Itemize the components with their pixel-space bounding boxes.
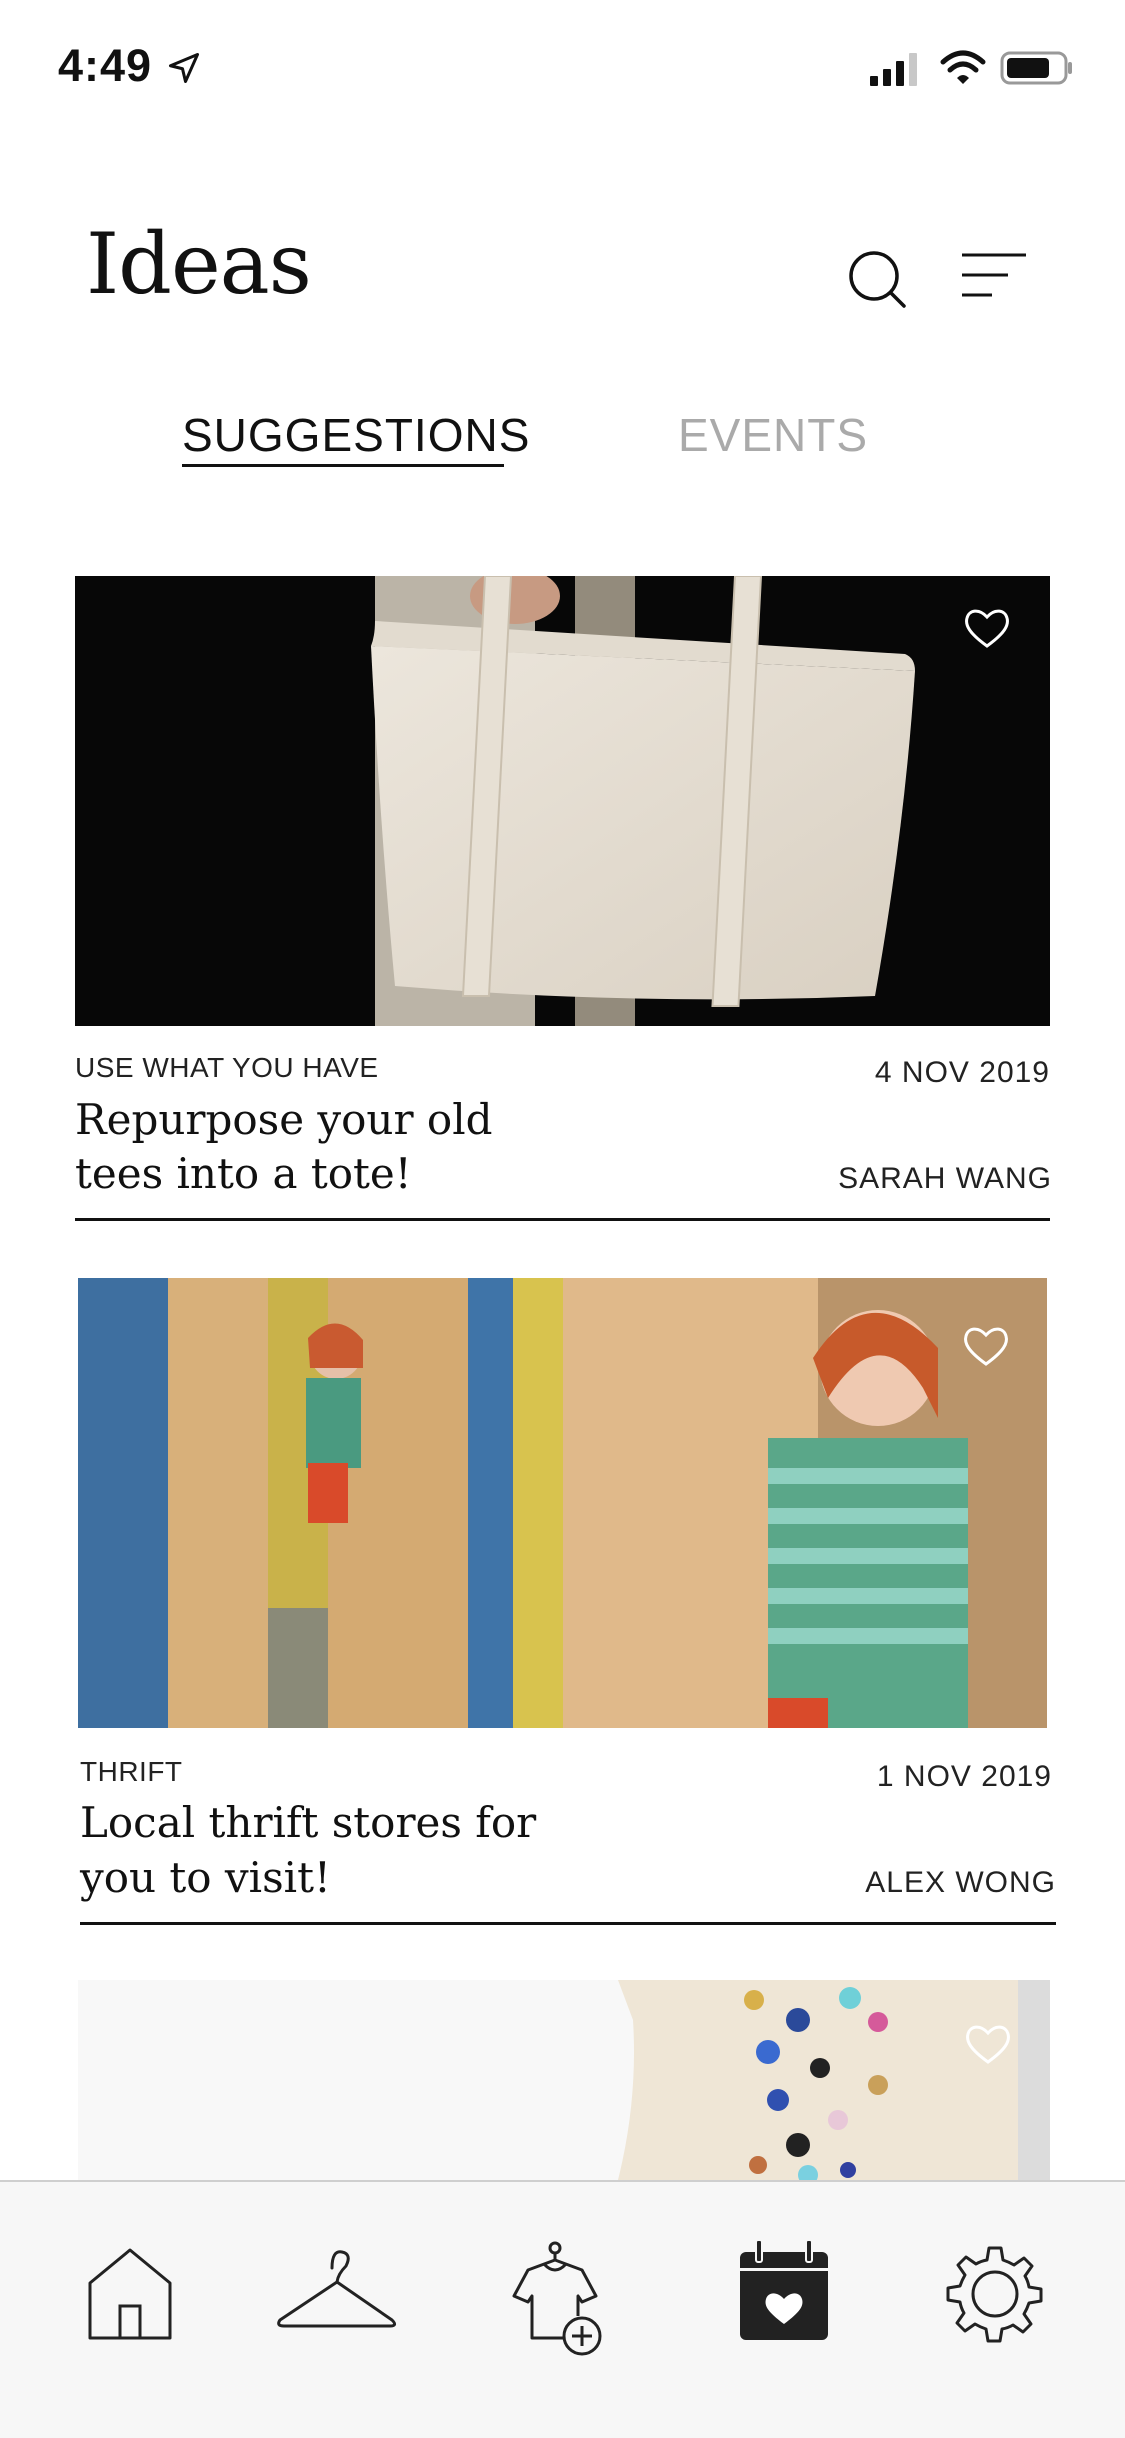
location-arrow-icon <box>169 53 199 83</box>
card-author: ALEX WONG <box>865 1866 1056 1899</box>
battery-icon <box>1000 51 1072 85</box>
card-title-line1[interactable]: Local thrift stores for <box>80 1796 560 1850</box>
card-date: 4 NOV 2019 <box>874 1056 1050 1089</box>
page-title: Ideas <box>86 215 312 313</box>
card-category: THRIFT <box>80 1756 183 1787</box>
tab-events[interactable]: EVENTS <box>678 408 868 462</box>
card-divider <box>75 1218 1050 1221</box>
card-title-line2[interactable]: you to visit! <box>80 1851 560 1905</box>
card-image-thrift[interactable] <box>78 1278 1047 1728</box>
hanger-icon[interactable] <box>272 2238 402 2348</box>
signal-icon <box>870 53 917 86</box>
favorite-heart-icon[interactable] <box>964 2022 1012 2066</box>
calendar-heart-icon[interactable] <box>738 2238 830 2342</box>
card-divider <box>80 1922 1056 1925</box>
card-date: 1 NOV 2019 <box>876 1760 1052 1793</box>
card-category: USE WHAT YOU HAVE <box>75 1052 379 1083</box>
card-title-line1[interactable]: Repurpose your old <box>75 1093 555 1147</box>
card-image-sweater[interactable] <box>78 1980 1050 2180</box>
favorite-heart-icon[interactable] <box>962 1324 1010 1368</box>
search-icon[interactable] <box>846 248 908 310</box>
home-icon[interactable] <box>80 2238 180 2348</box>
status-time: 4:49 <box>58 40 153 91</box>
wifi-icon <box>940 50 986 84</box>
menu-icon[interactable] <box>960 250 1028 300</box>
card-title-line2[interactable]: tees into a tote! <box>75 1147 555 1201</box>
card-author: SARAH WANG <box>838 1162 1052 1195</box>
card-image-tote[interactable] <box>75 576 1050 1026</box>
favorite-heart-icon[interactable] <box>963 606 1011 650</box>
add-clothing-icon[interactable] <box>510 2238 614 2364</box>
active-tab-underline <box>182 464 504 467</box>
settings-gear-icon[interactable] <box>945 2244 1045 2344</box>
tab-suggestions[interactable]: SUGGESTIONS <box>182 408 530 462</box>
